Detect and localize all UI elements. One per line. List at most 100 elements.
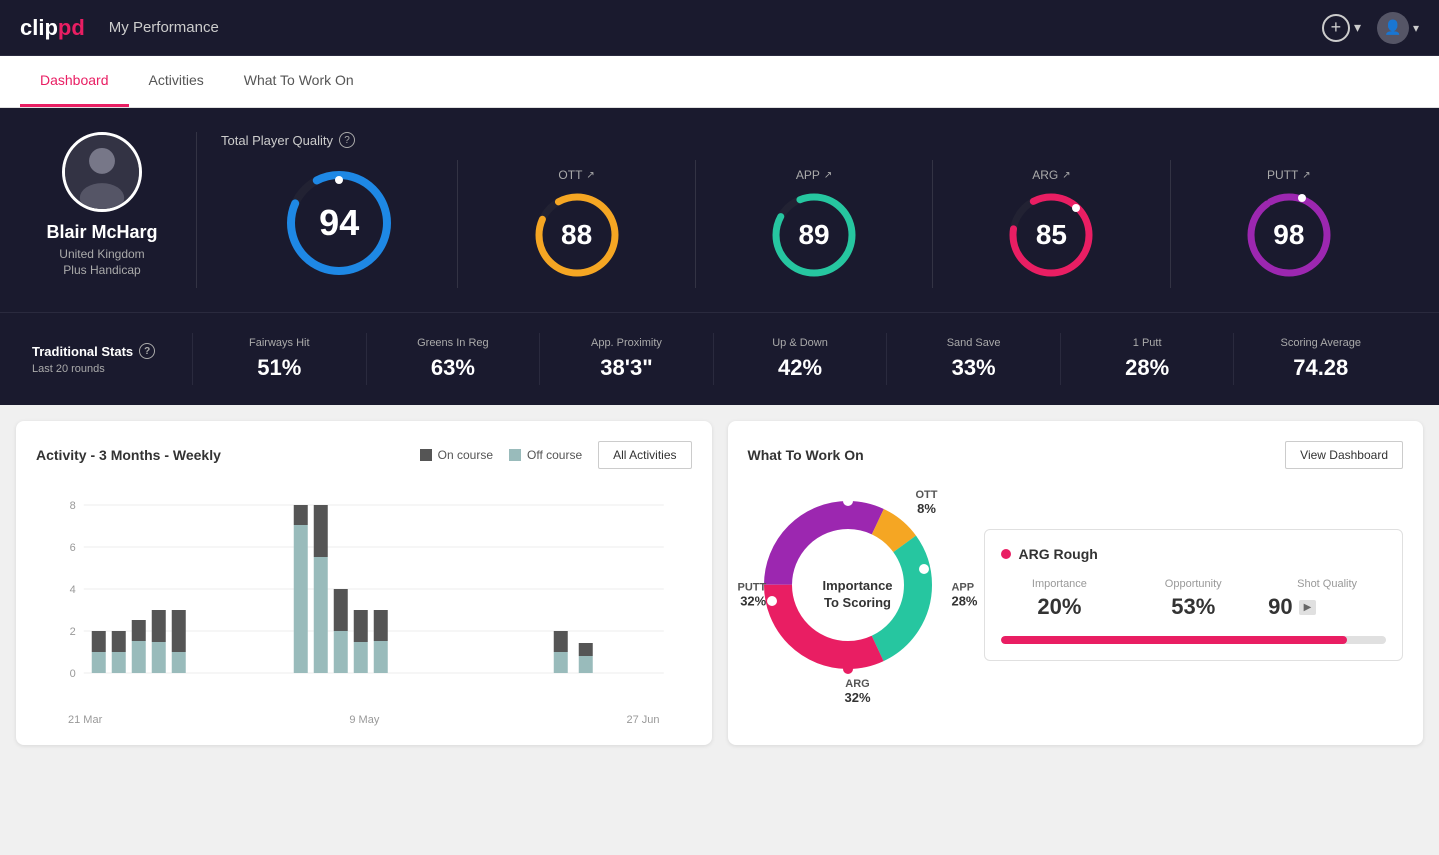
- header-title: My Performance: [109, 19, 1322, 36]
- ott-value: 88: [561, 219, 592, 251]
- app-logo: clippd: [20, 15, 85, 41]
- header-actions: + ▾ 👤 ▾: [1322, 12, 1419, 44]
- all-activities-button[interactable]: All Activities: [598, 441, 691, 469]
- putt-circle: 98: [1244, 190, 1334, 280]
- plus-circle-icon: +: [1322, 14, 1350, 42]
- ott-score: OTT ↗ 88: [458, 160, 695, 288]
- app-circle: 89: [769, 190, 859, 280]
- tpq-header: Total Player Quality ?: [221, 132, 1407, 148]
- ott-circle: 88: [532, 190, 622, 280]
- stat-1-putt: 1 Putt 28%: [1060, 333, 1234, 385]
- tpq-label: Total Player Quality: [221, 133, 333, 148]
- quality-metric: Shot Quality 90 ▶: [1268, 578, 1386, 620]
- info-card-title: ARG Rough: [1001, 546, 1387, 562]
- work-content: ImportanceTo Scoring OTT 8% APP 28% ARG …: [748, 485, 1404, 705]
- info-dot: [1001, 549, 1011, 559]
- arrow-icon: ↗: [1062, 170, 1070, 181]
- app-label: APP ↗: [796, 168, 832, 182]
- tab-activities[interactable]: Activities: [129, 56, 224, 107]
- avatar: [62, 132, 142, 212]
- legend-on-course: On course: [420, 448, 493, 462]
- svg-text:4: 4: [70, 584, 76, 596]
- legend-off-course-icon: [509, 449, 521, 461]
- chevron-down-icon: ▾: [1413, 21, 1419, 35]
- main-nav: Dashboard Activities What To Work On: [0, 56, 1439, 108]
- quality-fill: [1001, 636, 1348, 644]
- svg-text:0: 0: [70, 668, 76, 680]
- scores-section: Total Player Quality ? 94: [196, 132, 1407, 288]
- what-to-work-on-card: What To Work On View Dashboard: [728, 421, 1424, 745]
- ott-donut-label: OTT 8%: [916, 489, 938, 516]
- x-label-jun: 27 Jun: [626, 714, 659, 726]
- legend-on-course-icon: [420, 449, 432, 461]
- player-country: United Kingdom: [59, 247, 144, 261]
- stat-up-down: Up & Down 42%: [713, 333, 887, 385]
- bar-chart-svg: 8 6 4 2 0: [36, 485, 692, 705]
- player-name: Blair McHarg: [46, 222, 157, 243]
- x-axis-labels: 21 Mar 9 May 27 Jun: [36, 710, 692, 726]
- info-icon[interactable]: ?: [339, 132, 355, 148]
- x-label-mar: 21 Mar: [68, 714, 102, 726]
- scores-grid: 94 OTT ↗ 88: [221, 160, 1407, 288]
- opportunity-metric: Opportunity 53%: [1134, 578, 1252, 620]
- info-metrics: Importance 20% Opportunity 53% Shot Qual…: [1001, 578, 1387, 620]
- stat-app-proximity: App. Proximity 38'3": [539, 333, 713, 385]
- svg-text:6: 6: [70, 542, 76, 554]
- content-area: Activity - 3 Months - Weekly On course O…: [0, 405, 1439, 761]
- main-score-circle: 94: [284, 168, 394, 278]
- arrow-icon: ↗: [586, 170, 594, 181]
- arg-donut-label: ARG 32%: [844, 678, 870, 705]
- main-score: 94: [221, 160, 458, 288]
- stats-label: Traditional Stats ? Last 20 rounds: [32, 343, 192, 375]
- stat-sand-save: Sand Save 33%: [886, 333, 1060, 385]
- stat-greens-in-reg: Greens In Reg 63%: [366, 333, 540, 385]
- add-button[interactable]: + ▾: [1322, 14, 1361, 42]
- app-donut-label: APP 28%: [951, 582, 977, 609]
- svg-text:2: 2: [70, 626, 76, 638]
- chevron-down-icon: ▾: [1354, 19, 1361, 36]
- arg-value: 85: [1036, 219, 1067, 251]
- main-score-value: 94: [319, 202, 359, 244]
- app-score: APP ↗ 89: [696, 160, 933, 288]
- putt-donut-label: PUTT 32%: [738, 582, 767, 609]
- stat-scoring-average: Scoring Average 74.28: [1233, 333, 1407, 385]
- chart-card-header: Activity - 3 Months - Weekly On course O…: [36, 441, 692, 469]
- avatar: 👤: [1377, 12, 1409, 44]
- app-value: 89: [798, 219, 829, 251]
- svg-text:8: 8: [70, 500, 76, 512]
- legend-off-course: Off course: [509, 448, 582, 462]
- work-title: What To Work On: [748, 447, 864, 463]
- player-handicap: Plus Handicap: [63, 263, 140, 277]
- activity-chart-card: Activity - 3 Months - Weekly On course O…: [16, 421, 712, 745]
- quality-bar: [1001, 636, 1387, 644]
- user-menu-button[interactable]: 👤 ▾: [1377, 12, 1419, 44]
- bar-chart: 8 6 4 2 0: [36, 485, 692, 725]
- x-label-may: 9 May: [349, 714, 379, 726]
- logo-text: clippd: [20, 15, 85, 41]
- highlight-info-card: ARG Rough Importance 20% Opportunity 53%…: [984, 529, 1404, 661]
- stats-title: Traditional Stats ?: [32, 343, 192, 359]
- arrow-icon: ↗: [1302, 170, 1310, 181]
- putt-label: PUTT ↗: [1267, 168, 1311, 182]
- app-header: clippd My Performance + ▾ 👤 ▾: [0, 0, 1439, 56]
- importance-metric: Importance 20%: [1001, 578, 1119, 620]
- donut-chart: ImportanceTo Scoring OTT 8% APP 28% ARG …: [748, 485, 968, 705]
- putt-score: PUTT ↗ 98: [1171, 160, 1407, 288]
- arg-score: ARG ↗ 85: [933, 160, 1170, 288]
- view-dashboard-button[interactable]: View Dashboard: [1285, 441, 1403, 469]
- arg-circle: 85: [1006, 190, 1096, 280]
- work-card-header: What To Work On View Dashboard: [748, 441, 1404, 469]
- putt-value: 98: [1273, 219, 1304, 251]
- ott-label: OTT ↗: [558, 168, 594, 182]
- arrow-icon: ↗: [824, 170, 832, 181]
- stat-fairways-hit: Fairways Hit 51%: [192, 333, 366, 385]
- arg-label: ARG ↗: [1032, 168, 1070, 182]
- chart-title: Activity - 3 Months - Weekly: [36, 447, 221, 463]
- stats-subtitle: Last 20 rounds: [32, 363, 192, 375]
- info-icon[interactable]: ?: [139, 343, 155, 359]
- donut-center-text: ImportanceTo Scoring: [822, 578, 892, 612]
- tab-dashboard[interactable]: Dashboard: [20, 56, 129, 107]
- tab-what-to-work-on[interactable]: What To Work On: [224, 56, 374, 107]
- quality-badge: ▶: [1299, 600, 1317, 615]
- player-banner: Blair McHarg United Kingdom Plus Handica…: [0, 108, 1439, 312]
